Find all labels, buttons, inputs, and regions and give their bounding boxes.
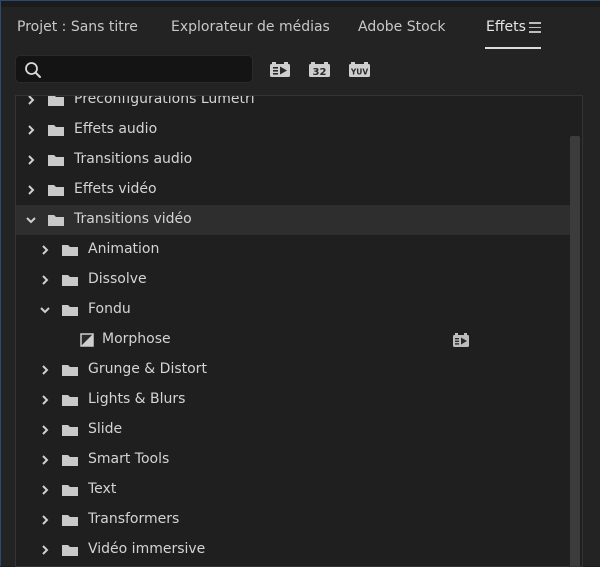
folder-icon	[62, 395, 78, 406]
tree-item-label: Vidéo immersive	[88, 541, 206, 557]
32-bit-icon: 32	[309, 62, 330, 78]
folder-icon	[62, 365, 78, 376]
folder-icon	[48, 215, 64, 226]
tab-explorateur-medias[interactable]: Explorateur de médias	[171, 19, 330, 35]
transition-effect-icon	[80, 333, 94, 347]
tree-item-label: Effets audio	[74, 121, 158, 137]
folder-icon	[62, 545, 78, 556]
yuv-label: YUV	[350, 68, 369, 77]
panel-menu-icon[interactable]	[529, 22, 541, 34]
tree-item-label: Effets vidéo	[74, 181, 157, 197]
tree-item-label: Transformers	[88, 511, 180, 527]
tab-adobe-stock[interactable]: Adobe Stock	[358, 19, 445, 35]
tree-folder-item[interactable]: Vidéo immersive	[16, 535, 572, 565]
scrollbar-thumb[interactable]	[570, 136, 580, 566]
accelerated-effects-button[interactable]	[269, 61, 291, 79]
tab-projet[interactable]: Projet : Sans titre	[17, 19, 138, 35]
tree-folder-item[interactable]: Slide	[16, 415, 572, 445]
tree-item-label: Transitions vidéo	[74, 211, 192, 227]
tree-folder-item[interactable]: Grunge & Distort	[16, 355, 572, 385]
panel-tabs: Projet : Sans titre Explorateur de média…	[1, 9, 600, 49]
chevron-right-icon[interactable]	[39, 364, 51, 376]
tree-item-label: Smart Tools	[88, 451, 170, 467]
search-icon	[25, 62, 41, 78]
chevron-right-icon[interactable]	[25, 154, 37, 166]
chevron-right-icon[interactable]	[25, 95, 37, 106]
tree-item-label: Transitions audio	[74, 151, 193, 167]
tree-folder-item[interactable]: Effets vidéo	[16, 175, 572, 205]
tree-folder-item[interactable]: Effets audio	[16, 115, 572, 145]
folder-icon	[48, 155, 64, 166]
tree-folder-item[interactable]: Fondu	[16, 295, 572, 325]
chevron-right-icon[interactable]	[25, 124, 37, 136]
folder-icon	[62, 305, 78, 316]
accelerated-effect-icon	[270, 62, 290, 77]
search-box	[15, 55, 253, 83]
chevron-right-icon[interactable]	[39, 544, 51, 556]
chevron-right-icon[interactable]	[25, 184, 37, 196]
chevron-down-icon[interactable]	[39, 304, 51, 316]
tree-item-label: Préconfigurations Lumetri	[74, 95, 255, 107]
effect-item[interactable]: Morphose	[16, 325, 572, 355]
folder-icon	[62, 515, 78, 526]
accelerated-effect-badge-icon	[453, 333, 469, 347]
chevron-right-icon[interactable]	[39, 394, 51, 406]
chevron-right-icon[interactable]	[39, 514, 51, 526]
tab-effets[interactable]: Effets	[486, 19, 526, 35]
yuv-icon: YUV	[349, 62, 370, 77]
chevron-right-icon[interactable]	[39, 484, 51, 496]
tree-item-label: Text	[88, 481, 117, 497]
tree-folder-item[interactable]: Text	[16, 475, 572, 505]
tree-item-label: Fondu	[88, 301, 131, 317]
yuv-effects-button[interactable]: YUV	[348, 61, 371, 79]
folder-icon	[62, 455, 78, 466]
tree-item-label: Slide	[88, 421, 123, 437]
tree-folder-item[interactable]: Animation	[16, 235, 572, 265]
folder-icon	[62, 485, 78, 496]
tree-folder-item[interactable]: Transformers	[16, 505, 572, 535]
tree-item-label: Animation	[88, 241, 160, 257]
top-strip	[1, 1, 600, 7]
folder-icon	[48, 96, 64, 106]
tree-folder-item[interactable]: Préconfigurations Lumetri	[16, 95, 572, 115]
folder-icon	[62, 425, 78, 436]
tree-item-label: Dissolve	[88, 271, 147, 287]
folder-icon	[48, 125, 64, 136]
tree-folder-item[interactable]: Lights & Blurs	[16, 385, 572, 415]
folder-icon	[62, 275, 78, 286]
32-bit-color-button[interactable]: 32	[308, 61, 331, 79]
tree-item-label: Morphose	[102, 331, 171, 347]
tree-folder-item[interactable]: Dissolve	[16, 265, 572, 295]
active-tab-underline	[485, 47, 541, 49]
chevron-right-icon[interactable]	[39, 424, 51, 436]
chevron-right-icon[interactable]	[39, 274, 51, 286]
effects-tree: Préconfigurations Lumetri Effets audio Tra…	[15, 95, 583, 567]
tree-folder-item[interactable]: Smart Tools	[16, 445, 572, 475]
search-input[interactable]	[48, 59, 248, 81]
folder-icon	[62, 245, 78, 256]
tree-folder-item[interactable]: Transitions vidéo	[16, 205, 572, 235]
chevron-right-icon[interactable]	[39, 454, 51, 466]
tree-folder-item[interactable]: Transitions audio	[16, 145, 572, 175]
tree-item-label: Lights & Blurs	[88, 391, 186, 407]
chevron-down-icon[interactable]	[25, 214, 37, 226]
chevron-right-icon[interactable]	[39, 244, 51, 256]
32-bit-label: 32	[313, 67, 327, 78]
tree-item-label: Grunge & Distort	[88, 361, 207, 377]
effects-panel: Projet : Sans titre Explorateur de média…	[0, 0, 600, 567]
folder-icon	[48, 185, 64, 196]
